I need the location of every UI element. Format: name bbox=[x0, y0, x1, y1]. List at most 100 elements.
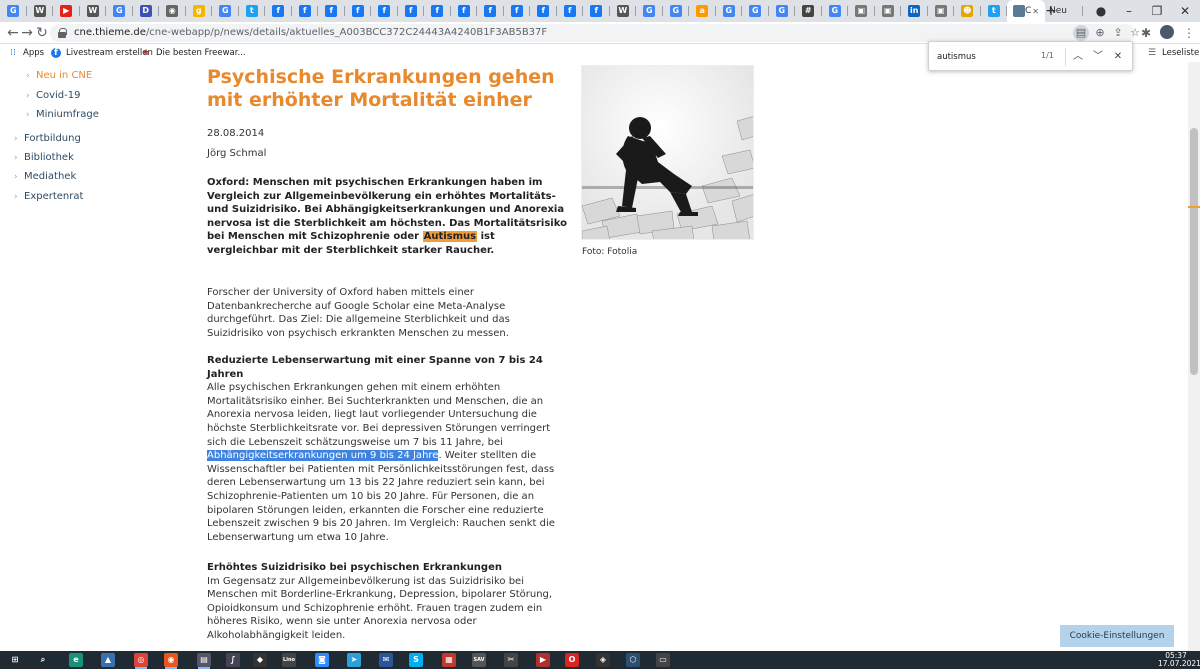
sidebar-item-bibliothek[interactable]: › Bibliothek bbox=[14, 152, 74, 163]
tool-icon[interactable]: ✂ bbox=[504, 653, 518, 667]
browser-tab[interactable]: G bbox=[106, 0, 133, 22]
browser-tab[interactable]: f bbox=[477, 0, 504, 22]
browser-tab[interactable]: # bbox=[795, 0, 822, 22]
windows-start-icon[interactable]: ⊞ bbox=[8, 653, 22, 667]
card-icon[interactable]: SAV bbox=[472, 653, 486, 667]
url-text[interactable]: cne.thieme.de/cne-webapp/p/news/details/… bbox=[74, 26, 547, 40]
browser-tab[interactable]: ◉ bbox=[159, 0, 186, 22]
browser-tab[interactable]: G bbox=[0, 0, 27, 22]
browser-tab[interactable]: ▣ bbox=[875, 0, 902, 22]
reading-list-button[interactable]: ☰ Leseliste bbox=[1147, 46, 1199, 60]
scrollbar-thumb[interactable] bbox=[1190, 128, 1198, 375]
sidebar-item-covid-19[interactable]: › Covid-19 bbox=[26, 90, 80, 101]
opera-icon[interactable]: O bbox=[565, 653, 579, 667]
browser-tab[interactable]: f bbox=[504, 0, 531, 22]
maximize-icon[interactable]: ❐ bbox=[1148, 2, 1166, 20]
inkscape-icon[interactable]: ◆ bbox=[253, 653, 267, 667]
find-in-page-icon[interactable]: ▤ bbox=[1073, 25, 1089, 41]
media-icon[interactable]: ▶ bbox=[536, 653, 550, 667]
lino-icon[interactable]: Lino bbox=[282, 653, 296, 667]
browser-tab[interactable]: ▣ bbox=[928, 0, 955, 22]
gem-icon[interactable]: ◈ bbox=[596, 653, 610, 667]
browser-tab[interactable]: G bbox=[212, 0, 239, 22]
browser-tab[interactable]: D bbox=[133, 0, 160, 22]
skype-icon[interactable]: S bbox=[409, 653, 423, 667]
sidebar-item-mediathek[interactable]: › Mediathek bbox=[14, 171, 76, 182]
browser-tab[interactable]: f bbox=[583, 0, 610, 22]
extensions-icon[interactable]: ✱ bbox=[1137, 24, 1155, 42]
sidebar-item-fortbildung[interactable]: › Fortbildung bbox=[14, 133, 81, 144]
active-browser-tab[interactable]: C ✕ bbox=[1007, 0, 1045, 22]
browser-tab[interactable]: G bbox=[663, 0, 690, 22]
browser-tab[interactable]: f bbox=[318, 0, 345, 22]
zoom-icon[interactable]: ⊕ bbox=[1092, 25, 1108, 41]
script-icon[interactable]: ∫ bbox=[226, 653, 240, 667]
browser-tab[interactable]: f bbox=[265, 0, 292, 22]
lock-icon bbox=[58, 28, 67, 38]
selected-text[interactable]: Abhängigkeitserkrankungen um 9 bis 24 Ja… bbox=[207, 450, 439, 462]
browser-tab[interactable]: W bbox=[80, 0, 107, 22]
bookmark-d-icon: D bbox=[139, 5, 152, 17]
browser-tab[interactable]: G bbox=[769, 0, 796, 22]
close-icon[interactable]: ✕ bbox=[1110, 49, 1126, 65]
search-icon[interactable]: ⌕ bbox=[36, 653, 50, 667]
tab-search-icon[interactable]: ● bbox=[1092, 2, 1110, 20]
browser-tab[interactable]: f bbox=[424, 0, 451, 22]
browser-tab[interactable]: W bbox=[610, 0, 637, 22]
mail-icon[interactable]: ✉ bbox=[379, 653, 393, 667]
close-tab-icon[interactable]: ✕ bbox=[1032, 7, 1039, 16]
cookie-settings-button[interactable]: Cookie-Einstellungen bbox=[1060, 625, 1174, 647]
zoom-icon[interactable]: ◙ bbox=[315, 653, 329, 667]
bookmark-apps[interactable]: ⁞⁞ Apps bbox=[8, 46, 44, 60]
image-viewer-icon[interactable]: ▲ bbox=[101, 653, 115, 667]
find-input[interactable] bbox=[937, 50, 1037, 64]
browser-tab[interactable]: G bbox=[716, 0, 743, 22]
profile-avatar[interactable] bbox=[1160, 25, 1174, 39]
browser-tab[interactable]: G bbox=[742, 0, 769, 22]
close-window-icon[interactable]: ✕ bbox=[1176, 2, 1194, 20]
browser-tab[interactable]: t bbox=[981, 0, 1008, 22]
browser-tab[interactable]: f bbox=[345, 0, 372, 22]
taskbar-clock[interactable]: 05:37 17.07.2021 bbox=[1158, 652, 1200, 668]
chevron-up-icon[interactable]: ︿ bbox=[1070, 49, 1086, 65]
chevron-down-icon[interactable]: ﹀ bbox=[1090, 49, 1106, 65]
browser-tab[interactable]: a bbox=[689, 0, 716, 22]
chrome-icon[interactable]: ◎ bbox=[134, 653, 148, 669]
browser-tab[interactable]: ▶ bbox=[53, 0, 80, 22]
app-icon[interactable]: ▤ bbox=[197, 653, 211, 669]
browser-tab[interactable]: f bbox=[530, 0, 557, 22]
browser-tab[interactable]: ▣ bbox=[848, 0, 875, 22]
new-tab-button[interactable]: + bbox=[1043, 3, 1059, 19]
share-icon[interactable]: ⇪ bbox=[1110, 25, 1126, 41]
browser-tab[interactable]: G bbox=[636, 0, 663, 22]
reload-icon[interactable]: ↻ bbox=[33, 24, 51, 42]
browser-tab[interactable]: t bbox=[239, 0, 266, 22]
browser-tab[interactable]: G bbox=[822, 0, 849, 22]
sidebar-item-miniumfrage[interactable]: › Miniumfrage bbox=[26, 109, 99, 120]
browser-tab[interactable]: g bbox=[186, 0, 213, 22]
browser-tab[interactable]: f bbox=[451, 0, 478, 22]
sidebar-item-neu-in-cne[interactable]: › Neu in CNE bbox=[26, 70, 92, 81]
browser-tab[interactable]: f bbox=[557, 0, 584, 22]
calculator-icon[interactable]: ▦ bbox=[442, 653, 456, 667]
minimize-icon[interactable]: – bbox=[1120, 2, 1138, 20]
box-icon[interactable]: ⬡ bbox=[626, 653, 640, 667]
browser-tab[interactable]: f bbox=[371, 0, 398, 22]
browser-tab[interactable]: in bbox=[901, 0, 928, 22]
bookmark-livestream[interactable]: f Livestream erstellen bbox=[51, 46, 153, 60]
browser-tab[interactable]: W bbox=[27, 0, 54, 22]
browser-tab[interactable]: f bbox=[292, 0, 319, 22]
address-bar[interactable]: cne.thieme.de/cne-webapp/p/news/details/… bbox=[50, 24, 1140, 42]
terminal-icon[interactable]: ▭ bbox=[656, 653, 670, 667]
browser-tab[interactable]: f bbox=[398, 0, 425, 22]
google-icon: G bbox=[722, 5, 735, 17]
bookmark-freewar[interactable]: ★ Die besten Freewar... bbox=[141, 46, 246, 60]
edge-icon[interactable]: e bbox=[69, 653, 83, 667]
telegram-icon[interactable]: ➤ bbox=[347, 653, 361, 667]
tab-label: C bbox=[1025, 6, 1032, 16]
find-divider bbox=[1065, 48, 1066, 66]
browser-tab[interactable]: ☻ bbox=[954, 0, 981, 22]
menu-dots-icon[interactable]: ⋮ bbox=[1180, 24, 1198, 42]
sidebar-item-expertenrat[interactable]: › Expertenrat bbox=[14, 191, 83, 202]
ubuntu-icon[interactable]: ◉ bbox=[164, 653, 178, 669]
